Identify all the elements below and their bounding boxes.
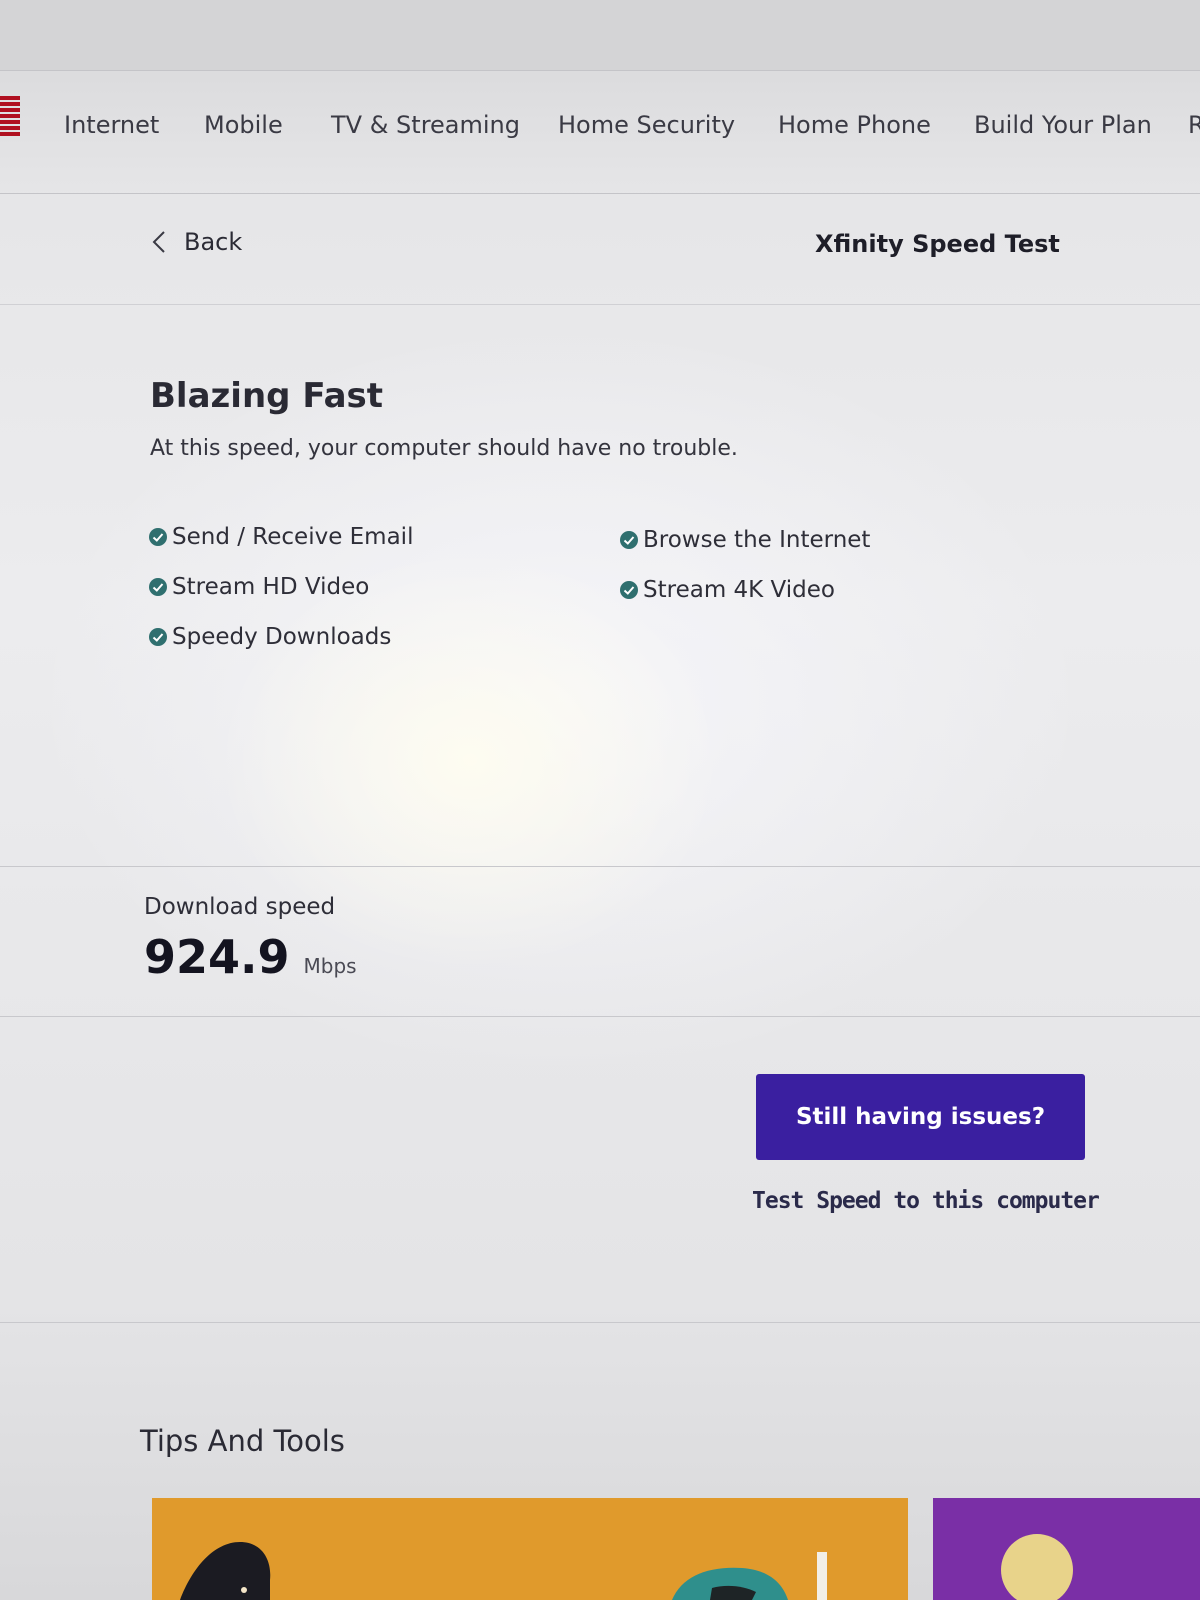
capability-item: Stream HD Video bbox=[148, 574, 369, 600]
capability-label: Browse the Internet bbox=[643, 527, 871, 553]
check-circle-icon bbox=[149, 528, 167, 546]
download-speed-label: Download speed bbox=[144, 894, 336, 920]
still-having-issues-button[interactable]: Still having issues? bbox=[756, 1074, 1085, 1160]
result-title: Blazing Fast bbox=[150, 376, 384, 416]
main-nav: Internet Mobile TV & Streaming Home Secu… bbox=[0, 70, 1200, 194]
capability-label: Send / Receive Email bbox=[172, 524, 414, 550]
section-divider bbox=[0, 1016, 1200, 1017]
check-circle-icon bbox=[620, 531, 638, 549]
check-circle-icon bbox=[149, 578, 167, 596]
illustration bbox=[1001, 1534, 1073, 1600]
tips-card[interactable] bbox=[152, 1498, 908, 1600]
tips-card[interactable] bbox=[933, 1498, 1200, 1600]
page-title: Xfinity Speed Test bbox=[815, 230, 1060, 258]
subheader-bar: Back Xfinity Speed Test bbox=[0, 192, 1200, 305]
tips-heading: Tips And Tools bbox=[140, 1424, 345, 1458]
nav-item-build-your-plan[interactable]: Build Your Plan bbox=[974, 111, 1152, 139]
capability-label: Stream HD Video bbox=[172, 574, 370, 600]
chevron-left-icon bbox=[152, 231, 165, 253]
capability-item: Browse the Internet bbox=[619, 527, 870, 553]
section-divider bbox=[0, 866, 1200, 867]
section-divider bbox=[0, 1322, 1200, 1323]
nav-item-overflow[interactable]: R bbox=[1188, 111, 1200, 139]
nav-item-mobile[interactable]: Mobile bbox=[204, 111, 283, 139]
capability-item: Stream 4K Video bbox=[619, 577, 835, 603]
result-subtitle: At this speed, your computer should have… bbox=[150, 436, 738, 461]
back-button[interactable]: Back bbox=[150, 228, 242, 256]
check-circle-icon bbox=[149, 628, 167, 646]
browser-top-strip bbox=[0, 0, 1200, 70]
download-speed-readout: 924.9 Mbps bbox=[144, 930, 357, 984]
capability-item: Send / Receive Email bbox=[148, 524, 413, 550]
illustration bbox=[180, 1542, 827, 1600]
nav-item-home-phone[interactable]: Home Phone bbox=[778, 111, 931, 139]
back-label: Back bbox=[184, 228, 243, 256]
test-speed-link[interactable]: Test Speed to this computer bbox=[752, 1188, 1100, 1214]
nav-item-tv-streaming[interactable]: TV & Streaming bbox=[331, 111, 520, 139]
nav-item-home-security[interactable]: Home Security bbox=[558, 111, 735, 139]
check-circle-icon bbox=[620, 581, 638, 599]
nav-item-internet[interactable]: Internet bbox=[64, 111, 159, 139]
capability-label: Speedy Downloads bbox=[172, 624, 392, 650]
download-speed-value: 924.9 bbox=[144, 930, 290, 984]
capability-label: Stream 4K Video bbox=[643, 577, 835, 603]
capability-item: Speedy Downloads bbox=[148, 624, 391, 650]
download-speed-unit: Mbps bbox=[303, 954, 357, 978]
